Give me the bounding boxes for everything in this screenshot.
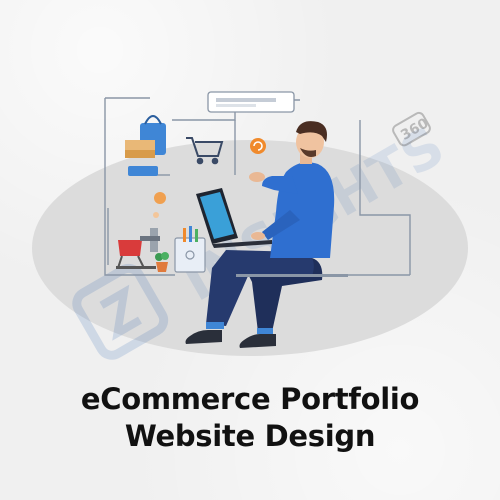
headline-line-1: eCommerce Portfolio xyxy=(80,382,420,416)
search-bar-widget xyxy=(207,91,295,113)
coin-icon xyxy=(154,192,166,204)
headline-line-2: Website Design xyxy=(124,419,376,453)
refresh-icon xyxy=(250,138,266,154)
poster: INSIGHTS 360 xyxy=(0,0,500,500)
